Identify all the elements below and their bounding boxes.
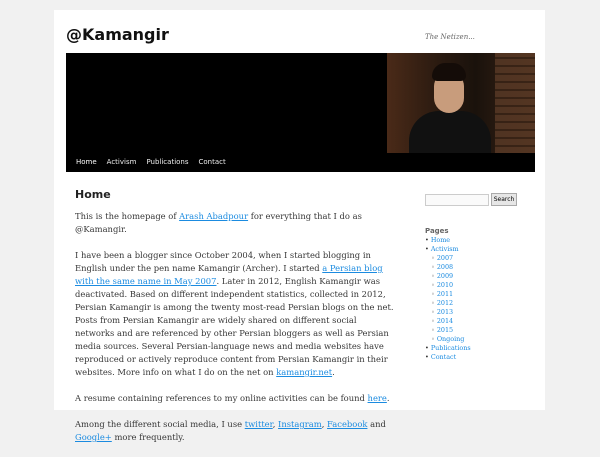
site-title[interactable]: @Kamangir xyxy=(66,25,169,44)
text: and xyxy=(367,419,386,429)
header-image[interactable] xyxy=(66,53,535,153)
pages-item-home[interactable]: Home xyxy=(425,236,471,245)
pages-item-2014[interactable]: 2014 xyxy=(425,317,471,326)
site-description: The Netizen... xyxy=(425,33,475,41)
pages-item-activism[interactable]: Activism xyxy=(425,245,471,254)
instagram-link[interactable]: Instagram xyxy=(278,419,322,429)
page: @Kamangir The Netizen... Home Activism P… xyxy=(54,10,545,442)
nav-item-activism[interactable]: Activism xyxy=(107,153,137,172)
main-content: Home This is the homepage of Arash Abadp… xyxy=(75,188,395,457)
pages-list: Home Activism 2007 2008 2009 2010 2011 2… xyxy=(425,236,471,362)
profile-photo xyxy=(387,53,535,153)
pages-item-2009[interactable]: 2009 xyxy=(425,272,471,281)
pages-item-2012[interactable]: 2012 xyxy=(425,299,471,308)
nav-item-contact[interactable]: Contact xyxy=(199,153,226,172)
blogger-paragraph: I have been a blogger since October 2004… xyxy=(75,249,395,379)
nav-item-home[interactable]: Home xyxy=(76,153,97,172)
google-plus-link[interactable]: Google+ xyxy=(75,432,112,442)
text: Among the different social media, I use xyxy=(75,419,245,429)
pages-item-contact[interactable]: Contact xyxy=(425,353,471,362)
text: . xyxy=(386,393,390,403)
text: A resume containing references to my onl… xyxy=(75,393,368,403)
social-paragraph: Among the different social media, I use … xyxy=(75,418,395,444)
twitter-link[interactable]: twitter xyxy=(245,419,273,429)
facebook-link[interactable]: Facebook xyxy=(327,419,367,429)
text: This is the homepage of xyxy=(75,211,180,221)
pages-item-2015[interactable]: 2015 xyxy=(425,326,471,335)
pages-item-publications[interactable]: Publications xyxy=(425,344,471,353)
pages-item-ongoing[interactable]: Ongoing xyxy=(425,335,471,344)
pages-widget-title: Pages xyxy=(425,227,449,235)
search-button[interactable]: Search xyxy=(491,193,517,206)
person-hair xyxy=(432,63,466,81)
intro-paragraph: This is the homepage of Arash Abadpour f… xyxy=(75,210,395,236)
resume-paragraph: A resume containing references to my onl… xyxy=(75,392,395,405)
main-nav: Home Activism Publications Contact xyxy=(66,153,535,172)
pages-item-2008[interactable]: 2008 xyxy=(425,263,471,272)
brick-wall xyxy=(495,53,535,153)
page-title: Home xyxy=(75,188,111,201)
author-link[interactable]: Arash Abadpour xyxy=(179,211,248,221)
text: . Later in 2012, English Kamangir was de… xyxy=(75,276,394,377)
text: . xyxy=(332,367,335,377)
pages-item-2013[interactable]: 2013 xyxy=(425,308,471,317)
text: more frequently. xyxy=(111,432,185,442)
pages-item-2011[interactable]: 2011 xyxy=(425,290,471,299)
kamangir-net-link[interactable]: kamangir.net xyxy=(276,367,332,377)
resume-link[interactable]: here xyxy=(368,393,387,403)
pages-item-2010[interactable]: 2010 xyxy=(425,281,471,290)
search-input[interactable] xyxy=(425,194,489,206)
pages-item-2007[interactable]: 2007 xyxy=(425,254,471,263)
nav-item-publications[interactable]: Publications xyxy=(146,153,188,172)
person-body xyxy=(409,111,491,153)
